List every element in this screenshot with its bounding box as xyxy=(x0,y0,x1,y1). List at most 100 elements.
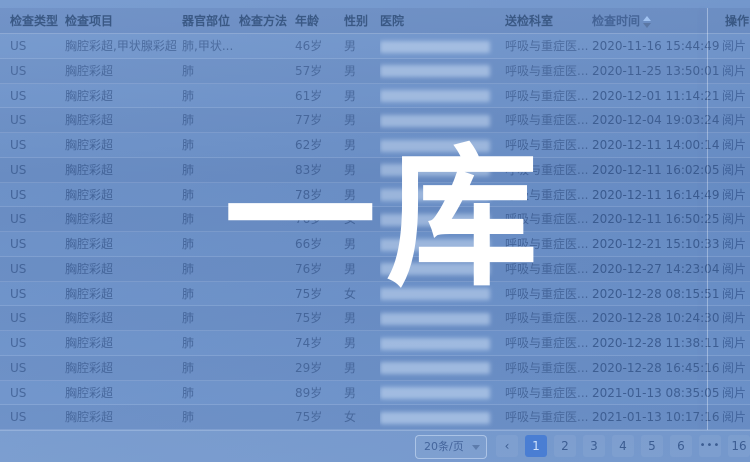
table-row: US胸腔彩超肺75岁女呼吸与重症医...2021-01-13 10:17:16阅… xyxy=(0,405,750,430)
view-film-link[interactable]: 阅片 xyxy=(722,64,746,78)
cell-age: 78岁 xyxy=(295,183,341,208)
cell-gender: 男 xyxy=(344,356,378,381)
cell-age: 75岁 xyxy=(295,282,341,307)
cell-organ: 肺 xyxy=(182,306,237,331)
view-film-link[interactable]: 阅片 xyxy=(722,113,746,127)
cell-method xyxy=(239,59,293,84)
view-film-link[interactable]: 阅片 xyxy=(722,410,746,424)
view-film-link[interactable]: 阅片 xyxy=(722,237,746,251)
page-button-1[interactable]: 1 xyxy=(525,435,547,457)
cell-exam-item: 胸腔彩超 xyxy=(65,356,180,381)
view-film-link[interactable]: 阅片 xyxy=(722,361,746,375)
cell-method xyxy=(239,133,293,158)
cell-exam-item: 胸腔彩超 xyxy=(65,59,180,84)
view-film-link[interactable]: 阅片 xyxy=(722,336,746,350)
chevron-down-icon xyxy=(472,445,480,450)
table-row: US胸腔彩超肺75岁女呼吸与重症医...2020-12-28 08:15:51阅… xyxy=(0,282,750,307)
cell-hospital xyxy=(380,133,502,158)
cell-hospital xyxy=(380,306,502,331)
cell-exam-time: 2020-12-11 16:02:05 xyxy=(592,158,720,183)
cell-age: 74岁 xyxy=(295,331,341,356)
cell-exam-time: 2020-12-11 16:50:25 xyxy=(592,207,720,232)
cell-exam-time: 2020-12-04 19:03:24 xyxy=(592,108,720,133)
cell-department: 呼吸与重症医... xyxy=(505,306,590,331)
view-film-link[interactable]: 阅片 xyxy=(722,188,746,202)
view-film-link[interactable]: 阅片 xyxy=(722,163,746,177)
cell-hospital xyxy=(380,158,502,183)
cell-hospital xyxy=(380,59,502,84)
cell-action: 阅片 xyxy=(722,59,750,84)
table-row: US胸腔彩超肺78岁男呼吸与重症医...2020-12-11 16:14:49阅… xyxy=(0,183,750,208)
sort-asc-icon[interactable] xyxy=(643,16,651,28)
view-film-link[interactable]: 阅片 xyxy=(722,386,746,400)
cell-exam-time: 2020-12-27 14:23:04 xyxy=(592,257,720,282)
cell-method xyxy=(239,282,293,307)
cell-method xyxy=(239,405,293,430)
hospital-redacted-value xyxy=(380,239,490,251)
view-film-link[interactable]: 阅片 xyxy=(722,311,746,325)
cell-department: 呼吸与重症医... xyxy=(505,158,590,183)
page-button-4[interactable]: 4 xyxy=(612,435,634,457)
cell-gender: 男 xyxy=(344,183,378,208)
page-button-2[interactable]: 2 xyxy=(554,435,576,457)
cell-method xyxy=(239,232,293,257)
cell-exam-time: 2020-12-01 11:14:21 xyxy=(592,84,720,109)
cell-gender: 男 xyxy=(344,306,378,331)
cell-exam-item: 胸腔彩超 xyxy=(65,84,180,109)
cell-exam-type: US xyxy=(10,84,60,109)
cell-gender: 男 xyxy=(344,232,378,257)
page-button-16[interactable]: 16 xyxy=(728,435,750,457)
cell-exam-type: US xyxy=(10,183,60,208)
cell-exam-type: US xyxy=(10,108,60,133)
cell-gender: 男 xyxy=(344,59,378,84)
cell-exam-type: US xyxy=(10,207,60,232)
view-film-link[interactable]: 阅片 xyxy=(722,89,746,103)
view-film-link[interactable]: 阅片 xyxy=(722,287,746,301)
col-header-method: 检查方法 xyxy=(239,8,293,34)
cell-hospital xyxy=(380,331,502,356)
cell-age: 77岁 xyxy=(295,108,341,133)
hospital-redacted-value xyxy=(380,90,490,102)
hospital-redacted-value xyxy=(380,140,490,152)
more-pages-button[interactable]: ••• xyxy=(699,435,721,457)
cell-hospital xyxy=(380,356,502,381)
cell-exam-time: 2020-12-11 16:14:49 xyxy=(592,183,720,208)
page-button-5[interactable]: 5 xyxy=(641,435,663,457)
cell-gender: 男 xyxy=(344,257,378,282)
cell-age: 46岁 xyxy=(295,34,341,59)
cell-organ: 肺 xyxy=(182,381,237,406)
page-size-select[interactable]: 20条/页 xyxy=(415,435,487,459)
cell-action: 阅片 xyxy=(722,84,750,109)
cell-method xyxy=(239,381,293,406)
hospital-redacted-value xyxy=(380,313,490,325)
hospital-redacted-value xyxy=(380,387,490,399)
table-row: US胸腔彩超肺62岁男呼吸与重症医...2020-12-11 14:00:14阅… xyxy=(0,133,750,158)
cell-action: 阅片 xyxy=(722,34,750,59)
hospital-redacted-value xyxy=(380,288,490,300)
view-film-link[interactable]: 阅片 xyxy=(722,262,746,276)
cell-exam-type: US xyxy=(10,34,60,59)
cell-exam-item: 胸腔彩超 xyxy=(65,257,180,282)
cell-exam-item: 胸腔彩超 xyxy=(65,183,180,208)
cell-organ: 肺 xyxy=(182,257,237,282)
cell-exam-type: US xyxy=(10,331,60,356)
prev-page-button[interactable]: ‹ xyxy=(496,435,518,457)
cell-organ: 肺 xyxy=(182,232,237,257)
view-film-link[interactable]: 阅片 xyxy=(722,212,746,226)
cell-method xyxy=(239,207,293,232)
cell-exam-time: 2020-12-28 08:15:51 xyxy=(592,282,720,307)
cell-department: 呼吸与重症医... xyxy=(505,133,590,158)
col-header-exam-time[interactable]: 检查时间 xyxy=(592,8,720,34)
view-film-link[interactable]: 阅片 xyxy=(722,138,746,152)
view-film-link[interactable]: 阅片 xyxy=(722,39,746,53)
cell-organ: 肺 xyxy=(182,207,237,232)
page-button-3[interactable]: 3 xyxy=(583,435,605,457)
cell-hospital xyxy=(380,405,502,430)
page-button-6[interactable]: 6 xyxy=(670,435,692,457)
cell-exam-time: 2020-12-28 10:24:30 xyxy=(592,306,720,331)
cell-age: 61岁 xyxy=(295,84,341,109)
cell-action: 阅片 xyxy=(722,108,750,133)
cell-exam-type: US xyxy=(10,257,60,282)
cell-exam-time: 2020-11-16 15:44:49 xyxy=(592,34,720,59)
cell-exam-type: US xyxy=(10,381,60,406)
